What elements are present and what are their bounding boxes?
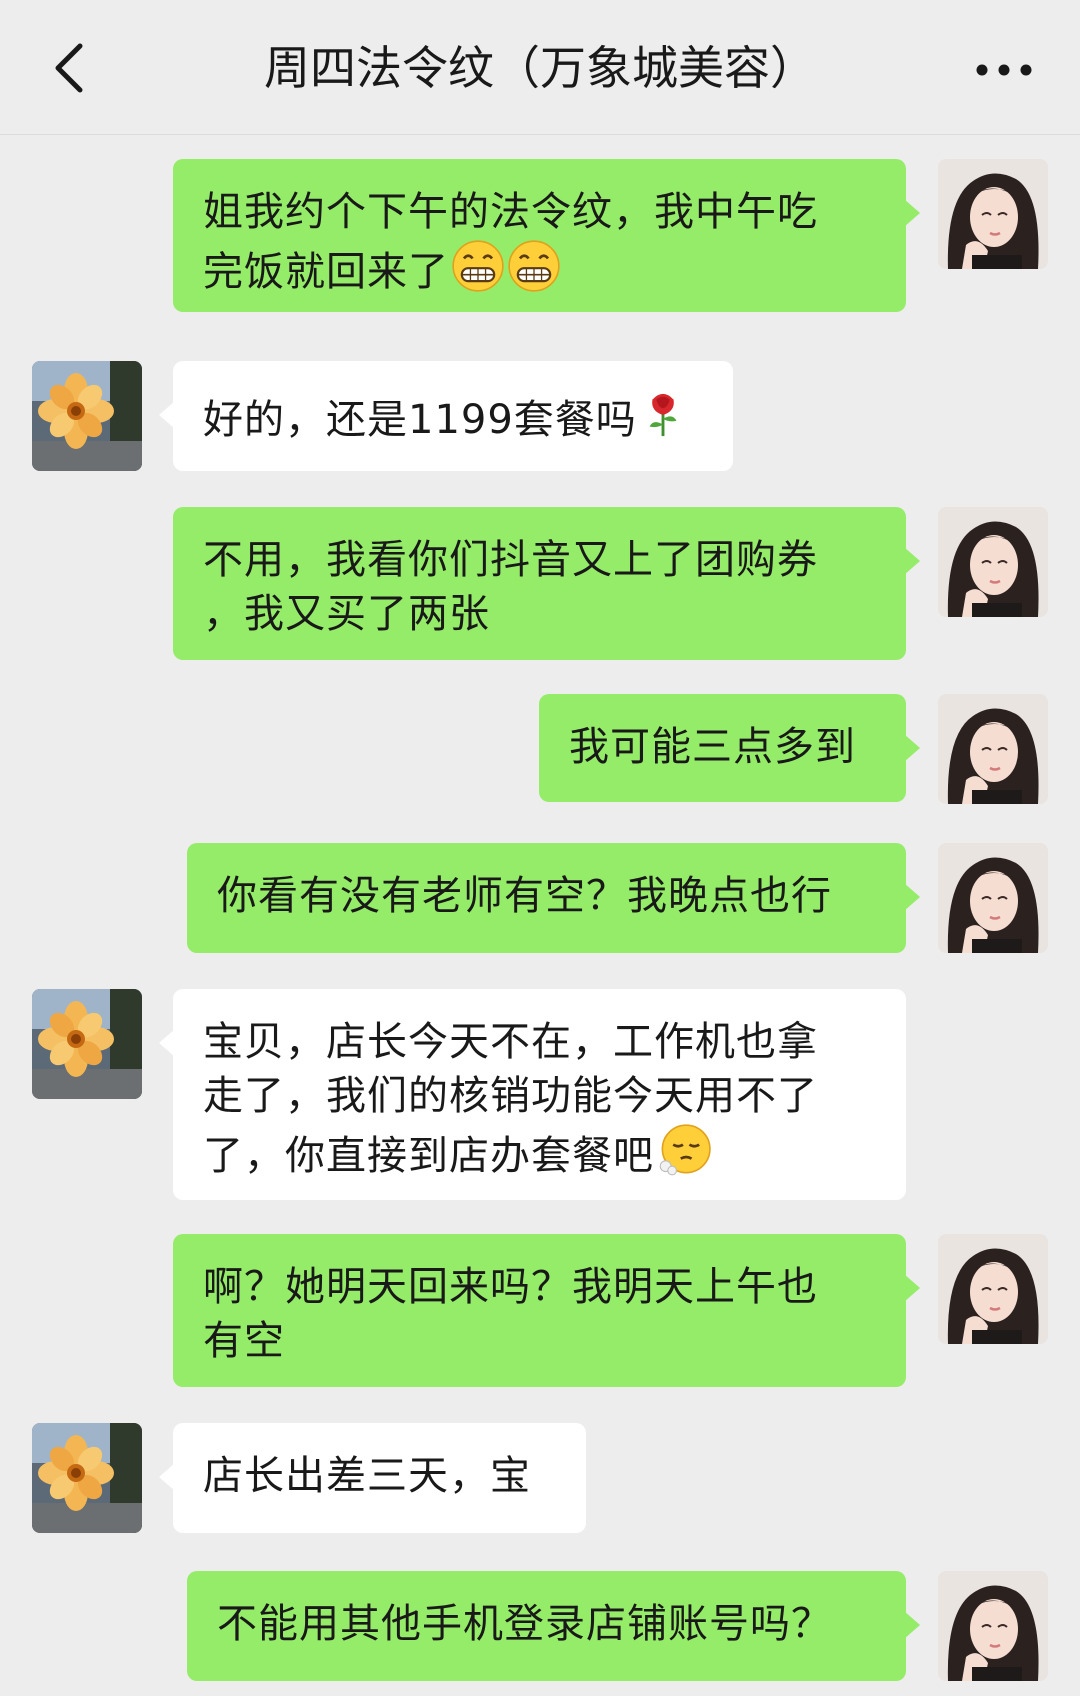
message-text: 好的，还是1199套餐吗 bbox=[203, 397, 637, 443]
message-text: 不能用其他手机登录店铺账号吗？ bbox=[217, 1601, 832, 1647]
grin-emoji-icon bbox=[451, 239, 505, 293]
message-bubble-other[interactable]: 好的，还是1199套餐吗 bbox=[159, 361, 733, 471]
self-avatar[interactable] bbox=[938, 159, 1048, 269]
message-bubble-self[interactable]: 啊？她明天回来吗？我明天上午也 有空 bbox=[173, 1234, 920, 1387]
contact-avatar[interactable] bbox=[32, 1423, 142, 1533]
self-avatar[interactable] bbox=[938, 694, 1048, 804]
contact-avatar[interactable] bbox=[32, 989, 142, 1099]
sigh-emoji-icon bbox=[656, 1123, 712, 1177]
self-avatar[interactable] bbox=[938, 507, 1048, 617]
more-dots-icon bbox=[976, 64, 1032, 76]
message-line: 有空 bbox=[203, 1318, 285, 1364]
grin-emoji-icon bbox=[507, 239, 561, 293]
self-avatar[interactable] bbox=[938, 1234, 1048, 1344]
self-avatar[interactable] bbox=[938, 843, 1048, 953]
top-bar: 周四法令纹（万象城美容） bbox=[0, 0, 1080, 135]
message-bubble-other[interactable]: 宝贝，店长今天不在，工作机也拿 走了，我们的核销功能今天用不了 了，你直接到店办… bbox=[159, 989, 906, 1200]
message-line: 宝贝，店长今天不在，工作机也拿 bbox=[203, 1019, 818, 1065]
message-bubble-self[interactable]: 姐我约个下午的法令纹，我中午吃 完饭就回来了 bbox=[173, 159, 920, 312]
message-text: 了，你直接到店办套餐吧 bbox=[203, 1133, 654, 1179]
message-line: ，我又买了两张 bbox=[203, 591, 490, 637]
contact-avatar[interactable] bbox=[32, 361, 142, 471]
message-line: 姐我约个下午的法令纹，我中午吃 bbox=[203, 189, 818, 235]
message-line: 不用，我看你们抖音又上了团购券 bbox=[203, 537, 818, 583]
message-line: 走了，我们的核销功能今天用不了 bbox=[203, 1073, 818, 1119]
chat-area[interactable]: 姐我约个下午的法令纹，我中午吃 完饭就回来了 好的，还是1199套餐吗 不用，我… bbox=[0, 135, 1080, 1696]
message-line: 了，你直接到店办套餐吧 bbox=[203, 1123, 876, 1183]
self-avatar[interactable] bbox=[938, 1571, 1048, 1681]
message-line: 完饭就回来了 bbox=[203, 239, 876, 299]
message-bubble-self[interactable]: 不用，我看你们抖音又上了团购券 ，我又买了两张 bbox=[173, 507, 920, 660]
chevron-left-icon bbox=[55, 43, 83, 93]
message-text: 你看有没有老师有空？我晚点也行 bbox=[217, 873, 832, 919]
message-bubble-self[interactable]: 不能用其他手机登录店铺账号吗？ bbox=[187, 1571, 920, 1681]
more-button[interactable] bbox=[968, 36, 1040, 100]
back-button[interactable] bbox=[40, 36, 104, 100]
message-bubble-self[interactable]: 我可能三点多到 bbox=[539, 694, 920, 802]
rose-emoji-icon bbox=[639, 387, 687, 441]
message-text: 我可能三点多到 bbox=[569, 724, 856, 770]
message-bubble-self[interactable]: 你看有没有老师有空？我晚点也行 bbox=[187, 843, 920, 953]
message-line: 啊？她明天回来吗？我明天上午也 bbox=[203, 1264, 818, 1310]
page-title: 周四法令纹（万象城美容） bbox=[264, 41, 816, 95]
message-text: 完饭就回来了 bbox=[203, 249, 449, 295]
message-bubble-other[interactable]: 店长出差三天，宝 bbox=[159, 1423, 586, 1533]
message-text: 店长出差三天，宝 bbox=[203, 1453, 531, 1499]
